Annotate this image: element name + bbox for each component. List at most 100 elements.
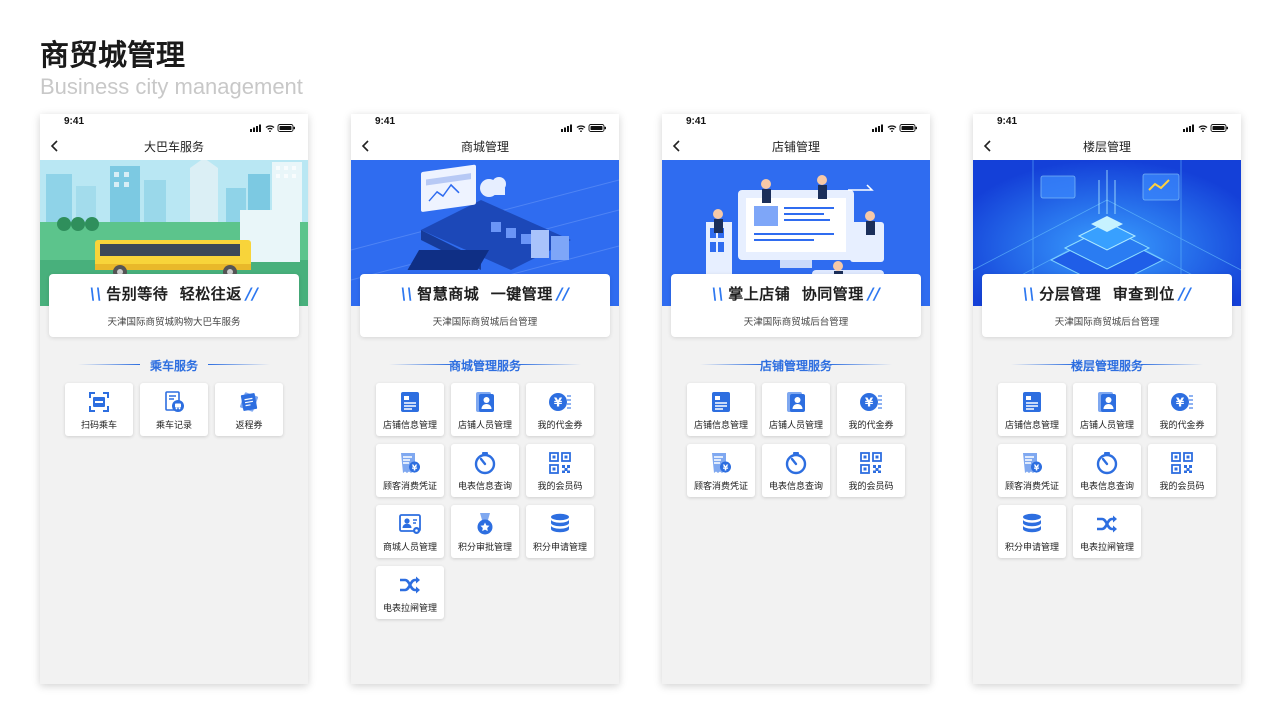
slogan-right: 轻松往返 bbox=[179, 285, 242, 303]
voucher-icon: ¥ bbox=[859, 390, 883, 414]
store-info-icon bbox=[398, 390, 422, 414]
slogan-subtitle: 天津国际商贸城后台管理 bbox=[432, 317, 538, 328]
status-time: 9:41 bbox=[64, 116, 85, 127]
service-tile[interactable]: 乘车记录 bbox=[140, 383, 208, 436]
receipt-icon: ¥ bbox=[1020, 451, 1044, 475]
service-tile-label: 店铺信息管理 bbox=[382, 421, 437, 431]
section-title: 商城管理服务 bbox=[448, 359, 521, 373]
service-tile[interactable]: ¥ 我的代金券 bbox=[526, 383, 594, 436]
switch-icon bbox=[1095, 512, 1119, 536]
slogan-card: \\ 智慧商城 一键管理// 天津国际商贸城后台管理 bbox=[360, 274, 610, 337]
slogan-left: 掌上店铺 bbox=[728, 285, 791, 303]
status-icons bbox=[1183, 118, 1229, 133]
meter-icon bbox=[1095, 451, 1119, 475]
slogan-right: 协同管理 bbox=[801, 285, 864, 303]
service-tile-label: 积分申请管理 bbox=[532, 543, 587, 553]
service-tile-label: 积分审批管理 bbox=[457, 543, 512, 553]
slogan-left: 告别等待 bbox=[106, 285, 169, 303]
status-time: 9:41 bbox=[375, 116, 396, 127]
svg-text:¥: ¥ bbox=[865, 396, 874, 410]
service-tile[interactable]: 店铺人员管理 bbox=[1073, 383, 1141, 436]
service-tile[interactable]: 电表拉闸管理 bbox=[376, 566, 444, 619]
store-staff-icon bbox=[473, 390, 497, 414]
mall-staff-icon bbox=[398, 512, 422, 536]
service-tile-label: 我的会员码 bbox=[848, 482, 894, 492]
status-time: 9:41 bbox=[997, 116, 1018, 127]
nav-bar: 商城管理 bbox=[351, 132, 619, 160]
service-tile[interactable]: 店铺信息管理 bbox=[998, 383, 1066, 436]
slogan: \\ 告别等待 轻松往返// bbox=[89, 284, 259, 303]
store-info-icon bbox=[709, 390, 733, 414]
service-tile-label: 电表信息查询 bbox=[1079, 482, 1134, 492]
qrcode-icon bbox=[1170, 451, 1194, 475]
service-tile[interactable]: 积分申请管理 bbox=[998, 505, 1066, 558]
service-tile[interactable]: 我的会员码 bbox=[1148, 444, 1216, 497]
service-tile-label: 电表拉闸管理 bbox=[382, 604, 437, 614]
receipt-icon: ¥ bbox=[709, 451, 733, 475]
slogan: \\ 智慧商城 一键管理// bbox=[400, 284, 570, 303]
service-tile[interactable]: 积分审批管理 bbox=[451, 505, 519, 558]
medal-icon bbox=[473, 512, 497, 536]
service-tile[interactable]: 电表信息查询 bbox=[762, 444, 830, 497]
service-tile[interactable]: ¥ 顾客消费凭证 bbox=[376, 444, 444, 497]
nav-title: 店铺管理 bbox=[771, 140, 820, 154]
service-tile[interactable]: 店铺人员管理 bbox=[451, 383, 519, 436]
slogan-left: 智慧商城 bbox=[417, 285, 480, 303]
slogan-right: 审查到位 bbox=[1112, 285, 1175, 303]
nav-bar: 大巴车服务 bbox=[40, 132, 308, 160]
service-tile-label: 顾客消费凭证 bbox=[693, 482, 748, 492]
service-tile[interactable]: ¥ 顾客消费凭证 bbox=[998, 444, 1066, 497]
status-icons bbox=[250, 118, 296, 133]
service-tile-label: 我的代金券 bbox=[1159, 421, 1205, 431]
slogan-subtitle: 天津国际商贸城购物大巴车服务 bbox=[107, 317, 241, 328]
service-tile[interactable]: 电表拉闸管理 bbox=[1073, 505, 1141, 558]
svg-text:¥: ¥ bbox=[412, 464, 418, 473]
slogan-card: \\ 分层管理 审查到位// 天津国际商贸城后台管理 bbox=[982, 274, 1232, 337]
section-title: 乘车服务 bbox=[149, 359, 198, 373]
slogan-subtitle: 天津国际商贸城后台管理 bbox=[1054, 317, 1160, 328]
service-tile-label: 扫码乘车 bbox=[80, 421, 117, 431]
section-divider-right bbox=[830, 364, 892, 365]
service-tile[interactable]: 店铺人员管理 bbox=[762, 383, 830, 436]
service-tile-label: 返程券 bbox=[235, 421, 263, 431]
service-tile[interactable]: ¥ 我的代金券 bbox=[1148, 383, 1216, 436]
service-tile[interactable]: 店铺信息管理 bbox=[687, 383, 755, 436]
service-tile-label: 顾客消费凭证 bbox=[382, 482, 437, 492]
receipt-icon: ¥ bbox=[398, 451, 422, 475]
service-tile[interactable]: 积分申请管理 bbox=[526, 505, 594, 558]
service-tile-label: 店铺信息管理 bbox=[693, 421, 748, 431]
qrcode-icon bbox=[548, 451, 572, 475]
meter-icon bbox=[473, 451, 497, 475]
service-tile[interactable]: ¥ 我的代金券 bbox=[837, 383, 905, 436]
slogan: \\ 分层管理 审查到位// bbox=[1022, 284, 1192, 303]
slogan: \\ 掌上店铺 协同管理// bbox=[711, 284, 881, 303]
slogan-right: 一键管理 bbox=[490, 285, 553, 303]
voucher-icon: ¥ bbox=[1170, 390, 1194, 414]
service-tile[interactable]: 电表信息查询 bbox=[1073, 444, 1141, 497]
store-staff-icon bbox=[784, 390, 808, 414]
service-tile-label: 电表拉闸管理 bbox=[1079, 543, 1134, 553]
service-tile[interactable]: 店铺信息管理 bbox=[376, 383, 444, 436]
service-tile[interactable]: 电表信息查询 bbox=[451, 444, 519, 497]
phone-screen: 9:41 楼层管理 \\ 分层管理 审查到位// 天津国际商贸城后台管理 楼层管… bbox=[973, 114, 1241, 684]
service-tile-label: 顾客消费凭证 bbox=[1004, 482, 1059, 492]
slogan-card: \\ 掌上店铺 协同管理// 天津国际商贸城后台管理 bbox=[671, 274, 921, 337]
meter-icon bbox=[784, 451, 808, 475]
service-tile[interactable]: 扫码乘车 bbox=[65, 383, 133, 436]
service-tile[interactable]: 我的会员码 bbox=[837, 444, 905, 497]
service-tile-label: 我的会员码 bbox=[1159, 482, 1205, 492]
nav-bar: 楼层管理 bbox=[973, 132, 1241, 160]
database-icon bbox=[548, 512, 572, 536]
page-subtitle: Business city management bbox=[40, 74, 303, 99]
section-divider-right bbox=[1141, 364, 1203, 365]
service-tile-label: 我的代金券 bbox=[848, 421, 894, 431]
service-tile[interactable]: 我的会员码 bbox=[526, 444, 594, 497]
store-staff-icon bbox=[1095, 390, 1119, 414]
svg-text:¥: ¥ bbox=[554, 396, 563, 410]
service-tile[interactable]: 返程券 bbox=[215, 383, 283, 436]
bus-record-icon bbox=[162, 390, 186, 414]
service-tile-label: 我的代金券 bbox=[537, 421, 583, 431]
service-tile[interactable]: ¥ 顾客消费凭证 bbox=[687, 444, 755, 497]
service-tile[interactable]: 商城人员管理 bbox=[376, 505, 444, 558]
service-tile-label: 商城人员管理 bbox=[382, 543, 437, 553]
